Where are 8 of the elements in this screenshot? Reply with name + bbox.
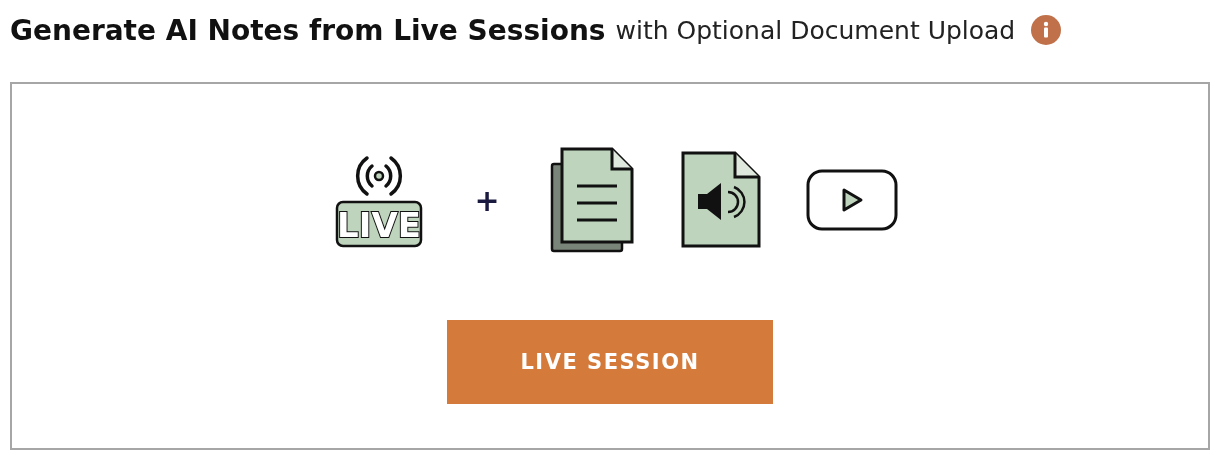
plus-sign: + bbox=[474, 182, 500, 218]
documents-icon bbox=[549, 146, 636, 254]
info-icon[interactable] bbox=[1031, 15, 1062, 45]
live-session-button[interactable]: LIVE SESSION bbox=[447, 320, 773, 404]
page-title: Generate AI Notes from Live Sessions bbox=[10, 13, 606, 47]
video-play-icon bbox=[805, 169, 898, 231]
audio-file-icon bbox=[679, 150, 762, 250]
page-subtitle: with Optional Document Upload bbox=[615, 15, 1016, 45]
